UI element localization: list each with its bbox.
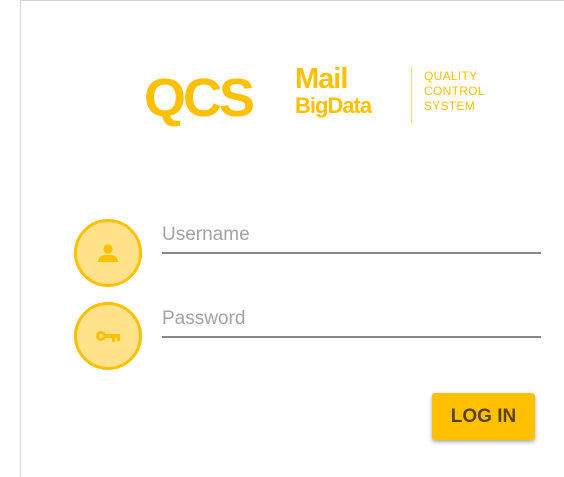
- username-input[interactable]: [162, 222, 541, 248]
- logo-bigdata-text: BigData: [295, 93, 372, 118]
- user-icon-glyph: [98, 244, 118, 262]
- logo-tagline-line-1: QUALITY: [424, 69, 478, 83]
- password-input[interactable]: [162, 306, 541, 332]
- logo-tagline: QUALITY CONTROL SYSTEM: [424, 69, 485, 114]
- login-button[interactable]: LOG IN: [432, 393, 535, 440]
- key-icon-glyph: [96, 331, 120, 342]
- password-field[interactable]: [162, 304, 541, 338]
- user-icon: [74, 219, 142, 287]
- logo-tagline-line-3: SYSTEM: [424, 99, 476, 113]
- logo-mail-text: Mail: [295, 63, 348, 95]
- logo-divider: [411, 67, 412, 123]
- key-icon: [74, 302, 142, 370]
- logo-tagline-line-2: CONTROL: [424, 84, 485, 98]
- login-panel: QCS Mail BigData QUALITY CONTROL SYSTEM …: [20, 0, 564, 477]
- logo-qcs-text: QCS: [144, 68, 255, 128]
- username-field[interactable]: [162, 220, 541, 254]
